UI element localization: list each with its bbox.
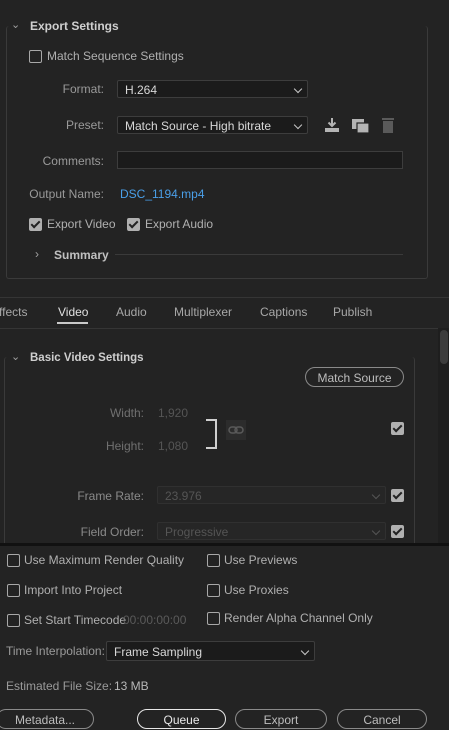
use-proxies-label: Use Proxies — [224, 583, 289, 597]
height-value: 1,080 — [158, 439, 189, 453]
max-render-quality-checkbox[interactable] — [7, 554, 20, 567]
set-start-timecode-checkbox[interactable] — [7, 614, 20, 627]
start-timecode-value: 00:00:00:00 — [123, 613, 187, 627]
basic-video-title: Basic Video Settings — [30, 352, 144, 364]
export-settings-title: Export Settings — [30, 19, 119, 33]
comments-input[interactable] — [117, 151, 403, 169]
match-source-button[interactable]: Match Source — [305, 367, 404, 387]
chevron-down-icon — [371, 490, 381, 500]
time-interpolation-select[interactable]: Frame Sampling — [106, 641, 315, 661]
time-interpolation-label: Time Interpolation: — [6, 644, 105, 658]
export-video-checkbox[interactable] — [29, 218, 42, 231]
chevron-down-icon — [293, 84, 303, 94]
import-into-project-label: Import Into Project — [24, 583, 123, 597]
tab-publish[interactable]: Publish — [333, 305, 372, 319]
format-select[interactable]: H.264 — [117, 80, 308, 98]
field-order-label: Field Order: — [80, 525, 144, 539]
estimated-file-size-label: Estimated File Size: — [6, 679, 113, 693]
frame-rate-select[interactable]: 23.976 — [157, 486, 386, 504]
tab-effects[interactable]: ffects — [0, 305, 27, 319]
field-order-value: Progressive — [165, 525, 229, 539]
output-name-link[interactable]: DSC_1194.mp4 — [120, 187, 205, 201]
collapse-chevron-icon[interactable]: ⌄ — [11, 18, 20, 31]
metadata-button[interactable]: Metadata... — [0, 709, 94, 729]
summary-divider — [115, 254, 403, 255]
max-render-quality-label: Use Maximum Render Quality — [24, 553, 185, 567]
use-previews-label: Use Previews — [224, 553, 298, 567]
set-start-timecode-label: Set Start Timecode — [24, 613, 127, 627]
aspect-bracket — [206, 419, 217, 449]
chevron-down-icon — [293, 120, 303, 130]
render-alpha-checkbox[interactable] — [207, 612, 220, 625]
cancel-button[interactable]: Cancel — [337, 709, 427, 729]
estimated-file-size-value: 13 MB — [114, 679, 149, 693]
tab-captions[interactable]: Captions — [260, 305, 307, 319]
use-previews-checkbox[interactable] — [207, 554, 220, 567]
use-proxies-checkbox[interactable] — [207, 584, 220, 597]
dimensions-checkbox[interactable] — [391, 422, 404, 435]
import-preset-icon[interactable] — [323, 116, 341, 134]
time-interpolation-value: Frame Sampling — [114, 645, 203, 659]
preset-label: Preset: — [65, 118, 104, 132]
chevron-right-icon[interactable]: › — [35, 247, 39, 261]
match-sequence-checkbox[interactable] — [29, 50, 42, 63]
bottom-panel — [0, 546, 449, 725]
collapse-chevron-icon[interactable]: ⌄ — [11, 350, 20, 363]
chevron-down-icon — [300, 646, 310, 656]
export-button[interactable]: Export — [235, 709, 327, 729]
comments-label: Comments: — [42, 154, 104, 168]
frame-rate-label: Frame Rate: — [77, 489, 144, 503]
width-value: 1,920 — [158, 406, 189, 420]
tab-video-underline — [57, 322, 88, 324]
import-into-project-checkbox[interactable] — [7, 584, 20, 597]
height-label: Height: — [105, 439, 144, 453]
preset-select[interactable]: Match Source - High bitrate — [117, 116, 308, 134]
export-audio-checkbox[interactable] — [127, 218, 140, 231]
chevron-down-icon — [371, 526, 381, 536]
scrollbar-thumb[interactable] — [440, 330, 448, 364]
output-name-label: Output Name: — [29, 187, 104, 201]
match-sequence-label: Match Sequence Settings — [47, 49, 184, 63]
save-preset-icon[interactable] — [351, 116, 371, 134]
delete-preset-icon[interactable] — [380, 116, 396, 134]
format-value: H.264 — [125, 83, 158, 97]
field-order-checkbox[interactable] — [391, 525, 404, 538]
render-alpha-label: Render Alpha Channel Only — [224, 611, 373, 625]
frame-rate-checkbox[interactable] — [391, 489, 404, 502]
tab-video[interactable]: Video — [58, 305, 88, 319]
width-label: Width: — [109, 406, 144, 420]
field-order-select[interactable]: Progressive — [157, 522, 386, 540]
tab-audio[interactable]: Audio — [116, 305, 147, 319]
link-icon[interactable] — [226, 420, 246, 440]
frame-rate-value: 23.976 — [165, 489, 202, 503]
export-audio-label: Export Audio — [145, 217, 214, 231]
summary-title[interactable]: Summary — [54, 248, 109, 262]
queue-button[interactable]: Queue — [137, 709, 226, 729]
format-label: Format: — [62, 82, 104, 96]
tab-multiplexer[interactable]: Multiplexer — [174, 305, 232, 319]
export-video-label: Export Video — [47, 217, 116, 231]
preset-value: Match Source - High bitrate — [125, 119, 272, 133]
